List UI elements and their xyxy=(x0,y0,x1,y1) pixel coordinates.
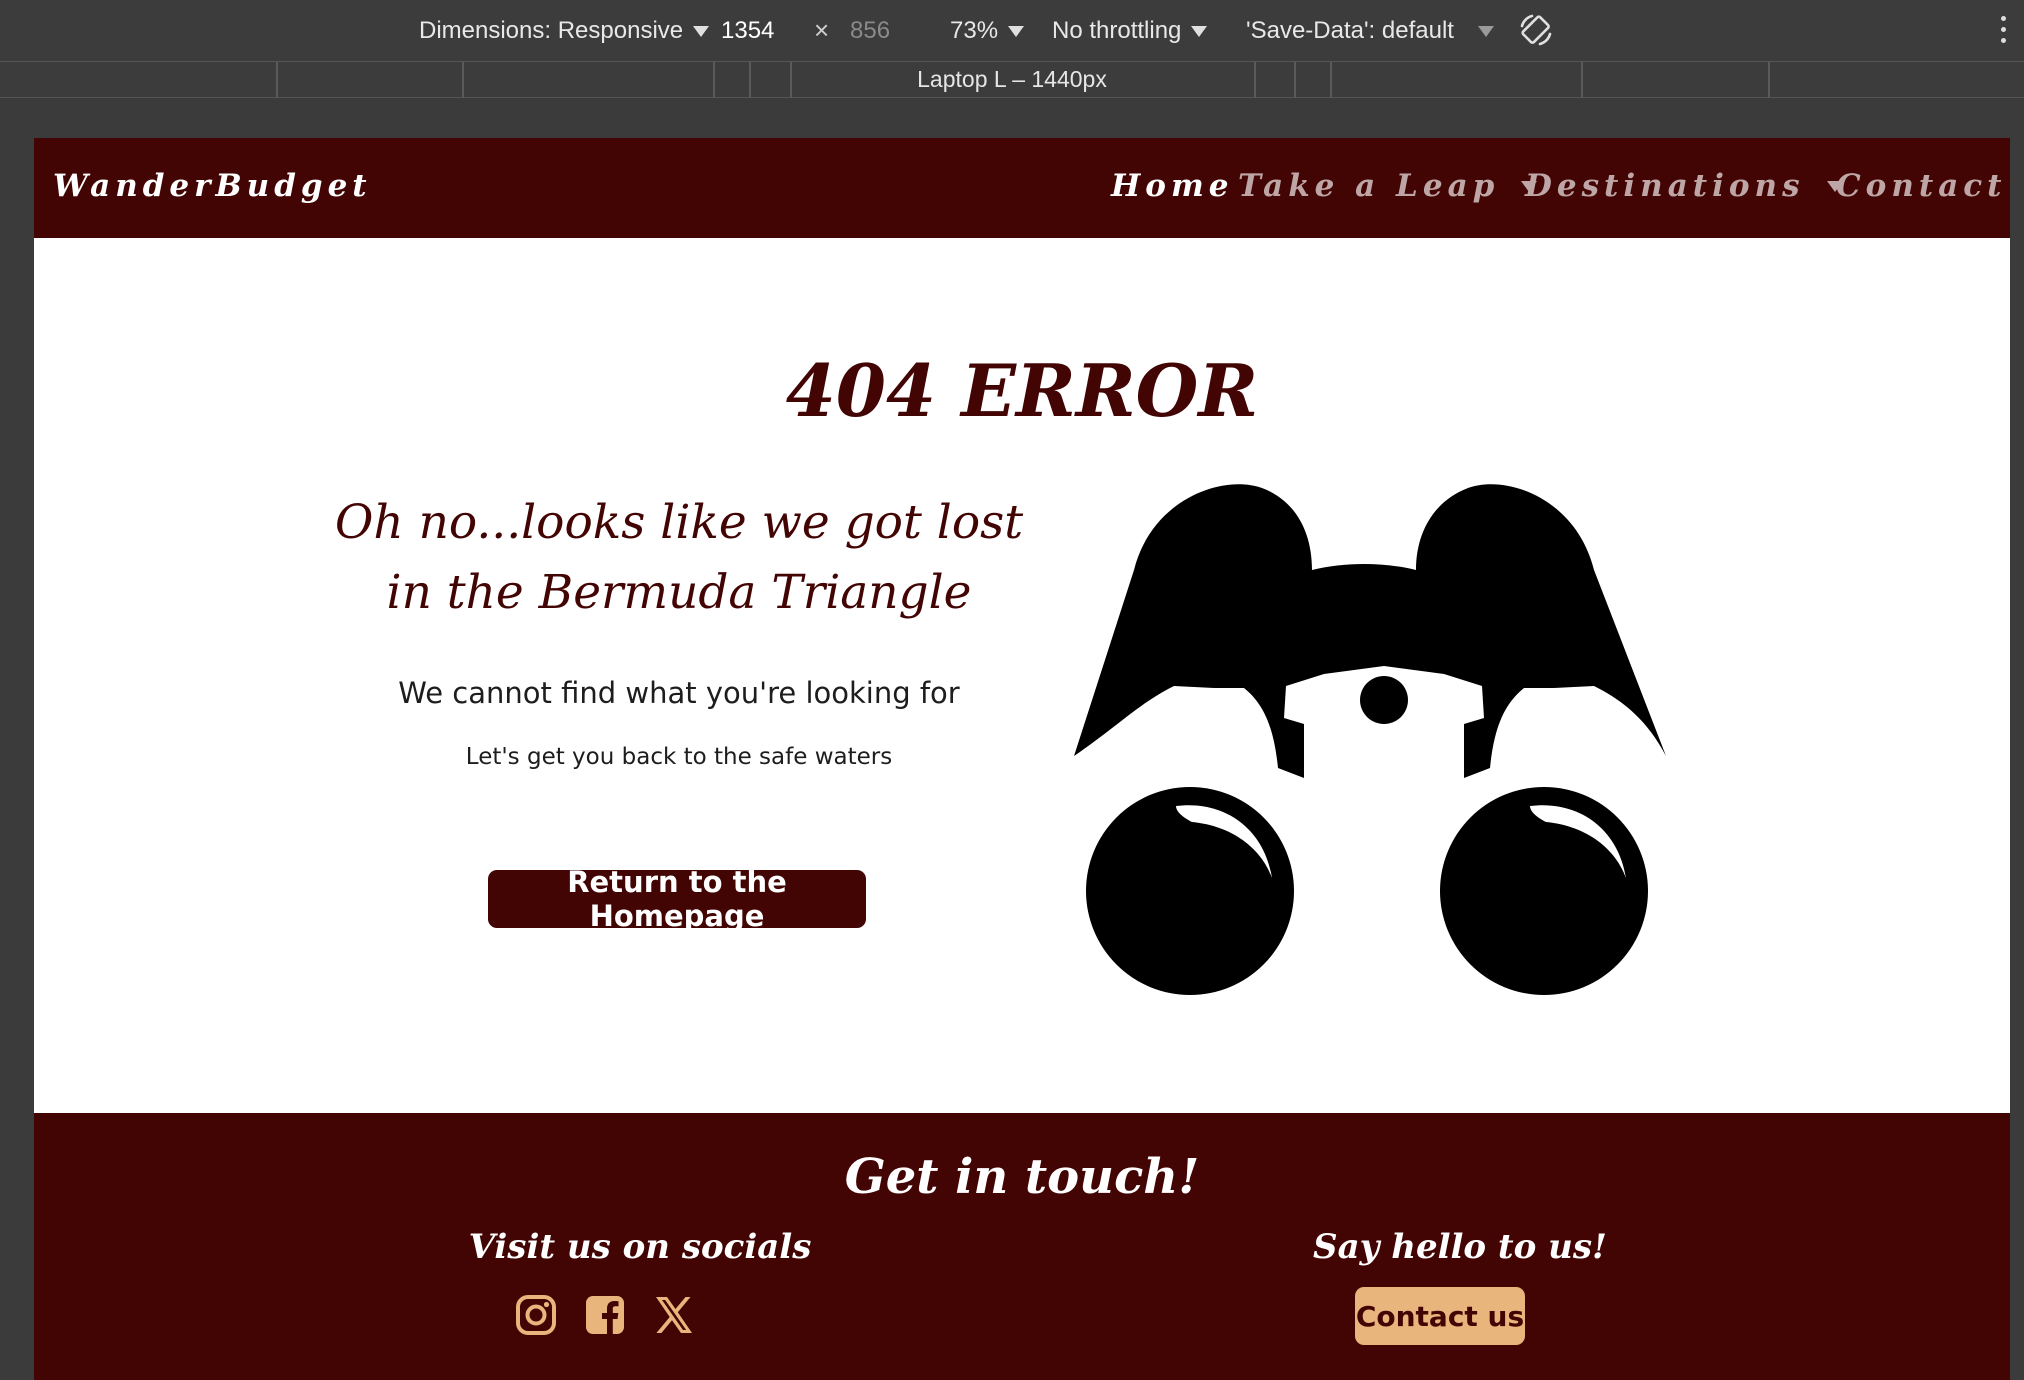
chevron-down-icon xyxy=(693,25,710,37)
dimensions-dropdown[interactable]: Dimensions: Responsive xyxy=(419,17,710,45)
footer-heading: Get in touch! xyxy=(844,1149,1200,1205)
nav-contact-label: Contact xyxy=(1836,168,2007,204)
page-viewport: WanderBudget Home Take a Leap Destinatio… xyxy=(34,138,2010,1380)
nav-destinations-label: Destinations xyxy=(1525,168,1805,204)
more-vertical-icon[interactable] xyxy=(2001,16,2007,49)
save-data-dropdown[interactable]: 'Save-Data': default xyxy=(1246,17,1494,45)
nav-take-a-leap[interactable]: Take a Leap xyxy=(1238,168,1538,204)
chevron-down-icon xyxy=(1477,25,1494,37)
nav-contact[interactable]: Contact xyxy=(1836,168,2007,204)
footer: Get in touch! Visit us on socials Say he… xyxy=(34,1113,2010,1380)
zoom-label: 73% xyxy=(950,17,999,44)
zoom-dropdown[interactable]: 73% xyxy=(950,17,1025,45)
width-input[interactable]: 1354 xyxy=(721,17,774,45)
save-data-label: 'Save-Data': default xyxy=(1246,17,1454,44)
return-homepage-button[interactable]: Return to the Homepage xyxy=(488,865,866,933)
chevron-down-icon xyxy=(1191,25,1208,37)
times-symbol: × xyxy=(814,15,830,45)
navbar: WanderBudget Home Take a Leap Destinatio… xyxy=(34,138,2010,238)
throttling-label: No throttling xyxy=(1052,17,1182,44)
device-ruler: Laptop L – 1440px xyxy=(0,62,2024,98)
nav-home[interactable]: Home xyxy=(1111,168,1234,204)
hello-heading: Say hello to us! xyxy=(1313,1227,1607,1267)
error-subtitle-secondary: Let's get you back to the safe waters xyxy=(465,744,893,770)
chevron-down-icon xyxy=(1008,25,1025,37)
error-message-line2: in the Bermuda Triangle xyxy=(386,565,972,620)
device-preset-label[interactable]: Laptop L – 1440px xyxy=(0,66,2024,93)
contact-us-button[interactable]: Contact us xyxy=(1355,1287,1525,1345)
height-input[interactable]: 856 xyxy=(850,17,890,45)
error-message-line1: Oh no...looks like we got lost xyxy=(334,495,1024,550)
binoculars-icon xyxy=(1074,484,1666,995)
devtools-device-toolbar: Dimensions: Responsive 1354 × 856 73% No… xyxy=(0,0,2024,62)
throttling-dropdown[interactable]: No throttling xyxy=(1052,17,1208,45)
socials-heading: Visit us on socials xyxy=(468,1227,812,1267)
dimensions-label: Dimensions: Responsive xyxy=(419,17,684,44)
error-message: Oh no...looks like we got lost in the Be… xyxy=(334,488,1024,628)
brand-logo[interactable]: WanderBudget xyxy=(53,168,372,204)
rotate-icon[interactable] xyxy=(1518,12,1554,48)
nav-home-label: Home xyxy=(1111,168,1234,204)
nav-take-a-leap-label: Take a Leap xyxy=(1238,168,1500,204)
x-twitter-icon[interactable] xyxy=(652,1293,696,1337)
error-subtitle: We cannot find what you're looking for xyxy=(398,676,960,710)
page-title: 404 ERROR xyxy=(785,348,1259,433)
nav-destinations[interactable]: Destinations xyxy=(1525,168,1843,204)
instagram-icon[interactable] xyxy=(514,1293,558,1337)
facebook-icon[interactable] xyxy=(583,1293,627,1337)
